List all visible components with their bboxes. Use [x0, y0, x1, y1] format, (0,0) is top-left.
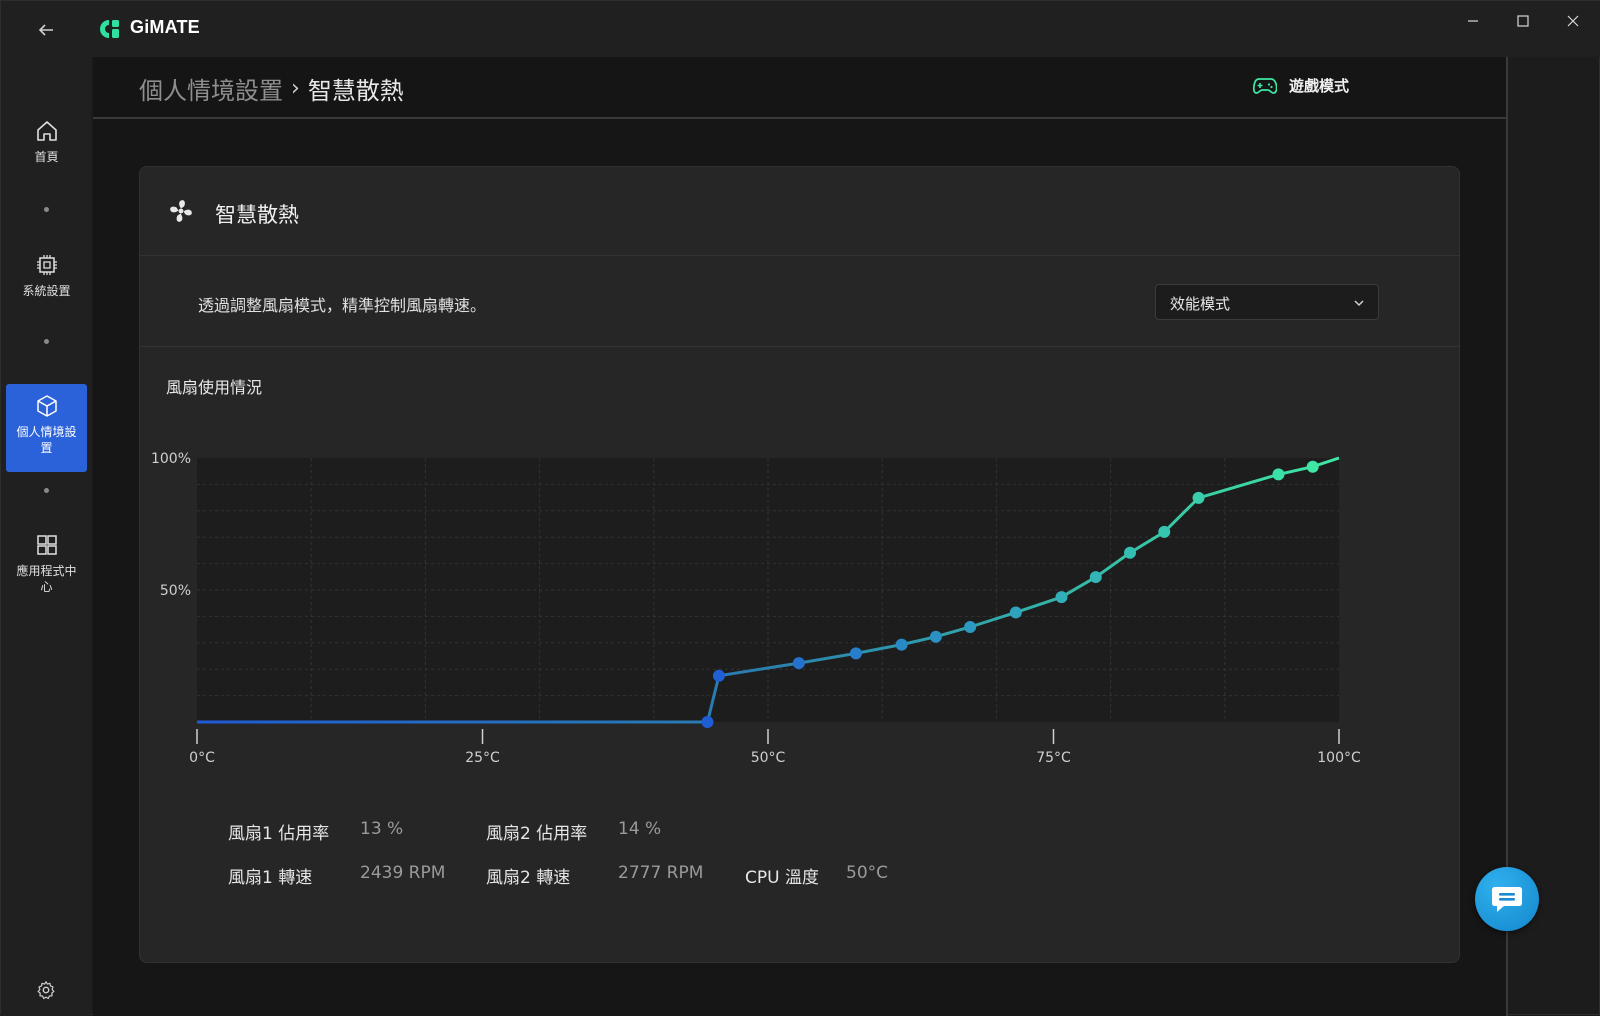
curve-point [1055, 591, 1068, 604]
maximize-button[interactable] [1503, 7, 1543, 35]
curve-point [701, 716, 714, 728]
curve-point [1124, 546, 1137, 559]
fan1-usage-label: 風扇1 佔用率 [228, 824, 330, 844]
y-tick-label: 100% [151, 451, 191, 467]
curve-point [1009, 606, 1022, 619]
sidebar-item-label: 首頁 [34, 150, 59, 164]
breadcrumb: 個人情境設置 › 智慧散熱 [139, 71, 404, 106]
sidebar-item-label: 應用程式中心 [16, 564, 77, 594]
cube-icon [36, 395, 57, 417]
apps-grid-icon [36, 535, 57, 555]
sidebar: 首頁 系統設置 個人情境設置 應用程式中心 [1, 57, 91, 1016]
fan-icon [170, 200, 192, 222]
fan-mode-dropdown[interactable]: 效能模式 [1155, 284, 1379, 320]
settings-gear-icon[interactable] [35, 979, 57, 1001]
y-tick-label: 50% [160, 583, 191, 599]
sidebar-item-app-center[interactable]: 應用程式中心 [6, 533, 87, 607]
fan1-usage-value: 13 % [360, 819, 404, 839]
nav-separator-dot [44, 339, 49, 344]
fan2-usage-value: 14 % [618, 819, 662, 839]
nav-separator-dot [44, 207, 49, 212]
title-bar: GiMATE [1, 1, 1600, 57]
curve-point [1158, 525, 1171, 538]
chat-support-button[interactable] [1475, 867, 1539, 931]
curve-point [792, 657, 805, 670]
curve-point [895, 638, 908, 651]
nav-separator-dot [44, 488, 49, 493]
x-tick-label: 50°C [751, 750, 786, 766]
minimize-icon [1468, 20, 1478, 22]
page-title: 智慧散熱 [307, 77, 404, 105]
x-tick-label: 100°C [1317, 750, 1361, 766]
curve-point [964, 620, 977, 633]
fan-usage-title: 風扇使用情況 [166, 378, 263, 397]
smart-cooling-card: 智慧散熱 透過調整風扇模式，精準控制風扇轉速。 效能模式 風扇使用情況 100%… [139, 166, 1460, 963]
breadcrumb-parent-link[interactable]: 個人情境設置 [139, 71, 283, 106]
fan1-speed-label: 風扇1 轉速 [228, 868, 313, 888]
sidebar-item-system-settings[interactable]: 系統設置 [6, 253, 87, 313]
sidebar-item-personal-scenario[interactable]: 個人情境設置 [6, 384, 87, 472]
app-title: GiMATE [130, 17, 200, 37]
fan2-speed-value: 2777 RPM [618, 863, 704, 883]
mode-row: 透過調整風扇模式，精準控制風扇轉速。 效能模式 [140, 256, 1459, 347]
minimize-button[interactable] [1453, 7, 1493, 35]
cpu-temp-value: 50°C [846, 863, 889, 883]
cpu-temp-label: CPU 溫度 [745, 868, 819, 888]
card-header: 智慧散熱 [140, 167, 1459, 256]
sidebar-item-home[interactable]: 首頁 [6, 119, 87, 177]
fan2-speed-label: 風扇2 轉速 [486, 868, 571, 888]
curve-point [849, 647, 862, 660]
gimate-logo-icon [100, 20, 119, 38]
curve-point [1306, 460, 1319, 473]
close-button[interactable] [1553, 7, 1593, 35]
fan-curve-chart[interactable]: 100% 50% 0°C 25°C 50°C 75°C 100°C [140, 437, 1461, 797]
home-icon [36, 121, 57, 141]
game-mode-label: 遊戲模式 [1289, 77, 1350, 95]
app-window: GiMATE 首頁 系統設置 個人情境設置 應用程式中心 個人情境設置 › 智慧… [0, 0, 1600, 1016]
gamepad-icon [1253, 77, 1277, 94]
back-arrow-icon [38, 24, 53, 36]
breadcrumb-separator: › [291, 76, 300, 101]
x-tick-label: 0°C [189, 750, 215, 766]
sidebar-item-label: 個人情境設置 [16, 425, 77, 455]
curve-point [1272, 468, 1285, 481]
card-title: 智慧散熱 [215, 203, 299, 227]
fan-mode-selected: 效能模式 [1170, 295, 1231, 313]
x-tick-label: 25°C [465, 750, 500, 766]
curve-point [1192, 491, 1205, 504]
curve-point [929, 630, 942, 643]
mode-description: 透過調整風扇模式，精準控制風扇轉速。 [198, 296, 487, 315]
game-mode-button[interactable]: 遊戲模式 [1253, 75, 1349, 96]
fan1-speed-value: 2439 RPM [360, 863, 446, 883]
back-button[interactable] [31, 15, 61, 45]
sidebar-item-label: 系統設置 [22, 284, 71, 298]
curve-point [712, 669, 725, 682]
page-header: 個人情境設置 › 智慧散熱 遊戲模式 [93, 57, 1507, 119]
chevron-down-icon [1354, 300, 1364, 307]
close-icon [1567, 15, 1579, 27]
chat-bubble-icon [1492, 887, 1522, 912]
x-tick-label: 75°C [1036, 750, 1071, 766]
curve-point [1089, 571, 1102, 584]
fan2-usage-label: 風扇2 佔用率 [486, 824, 588, 844]
chip-icon [36, 255, 57, 275]
maximize-icon [1517, 15, 1529, 27]
